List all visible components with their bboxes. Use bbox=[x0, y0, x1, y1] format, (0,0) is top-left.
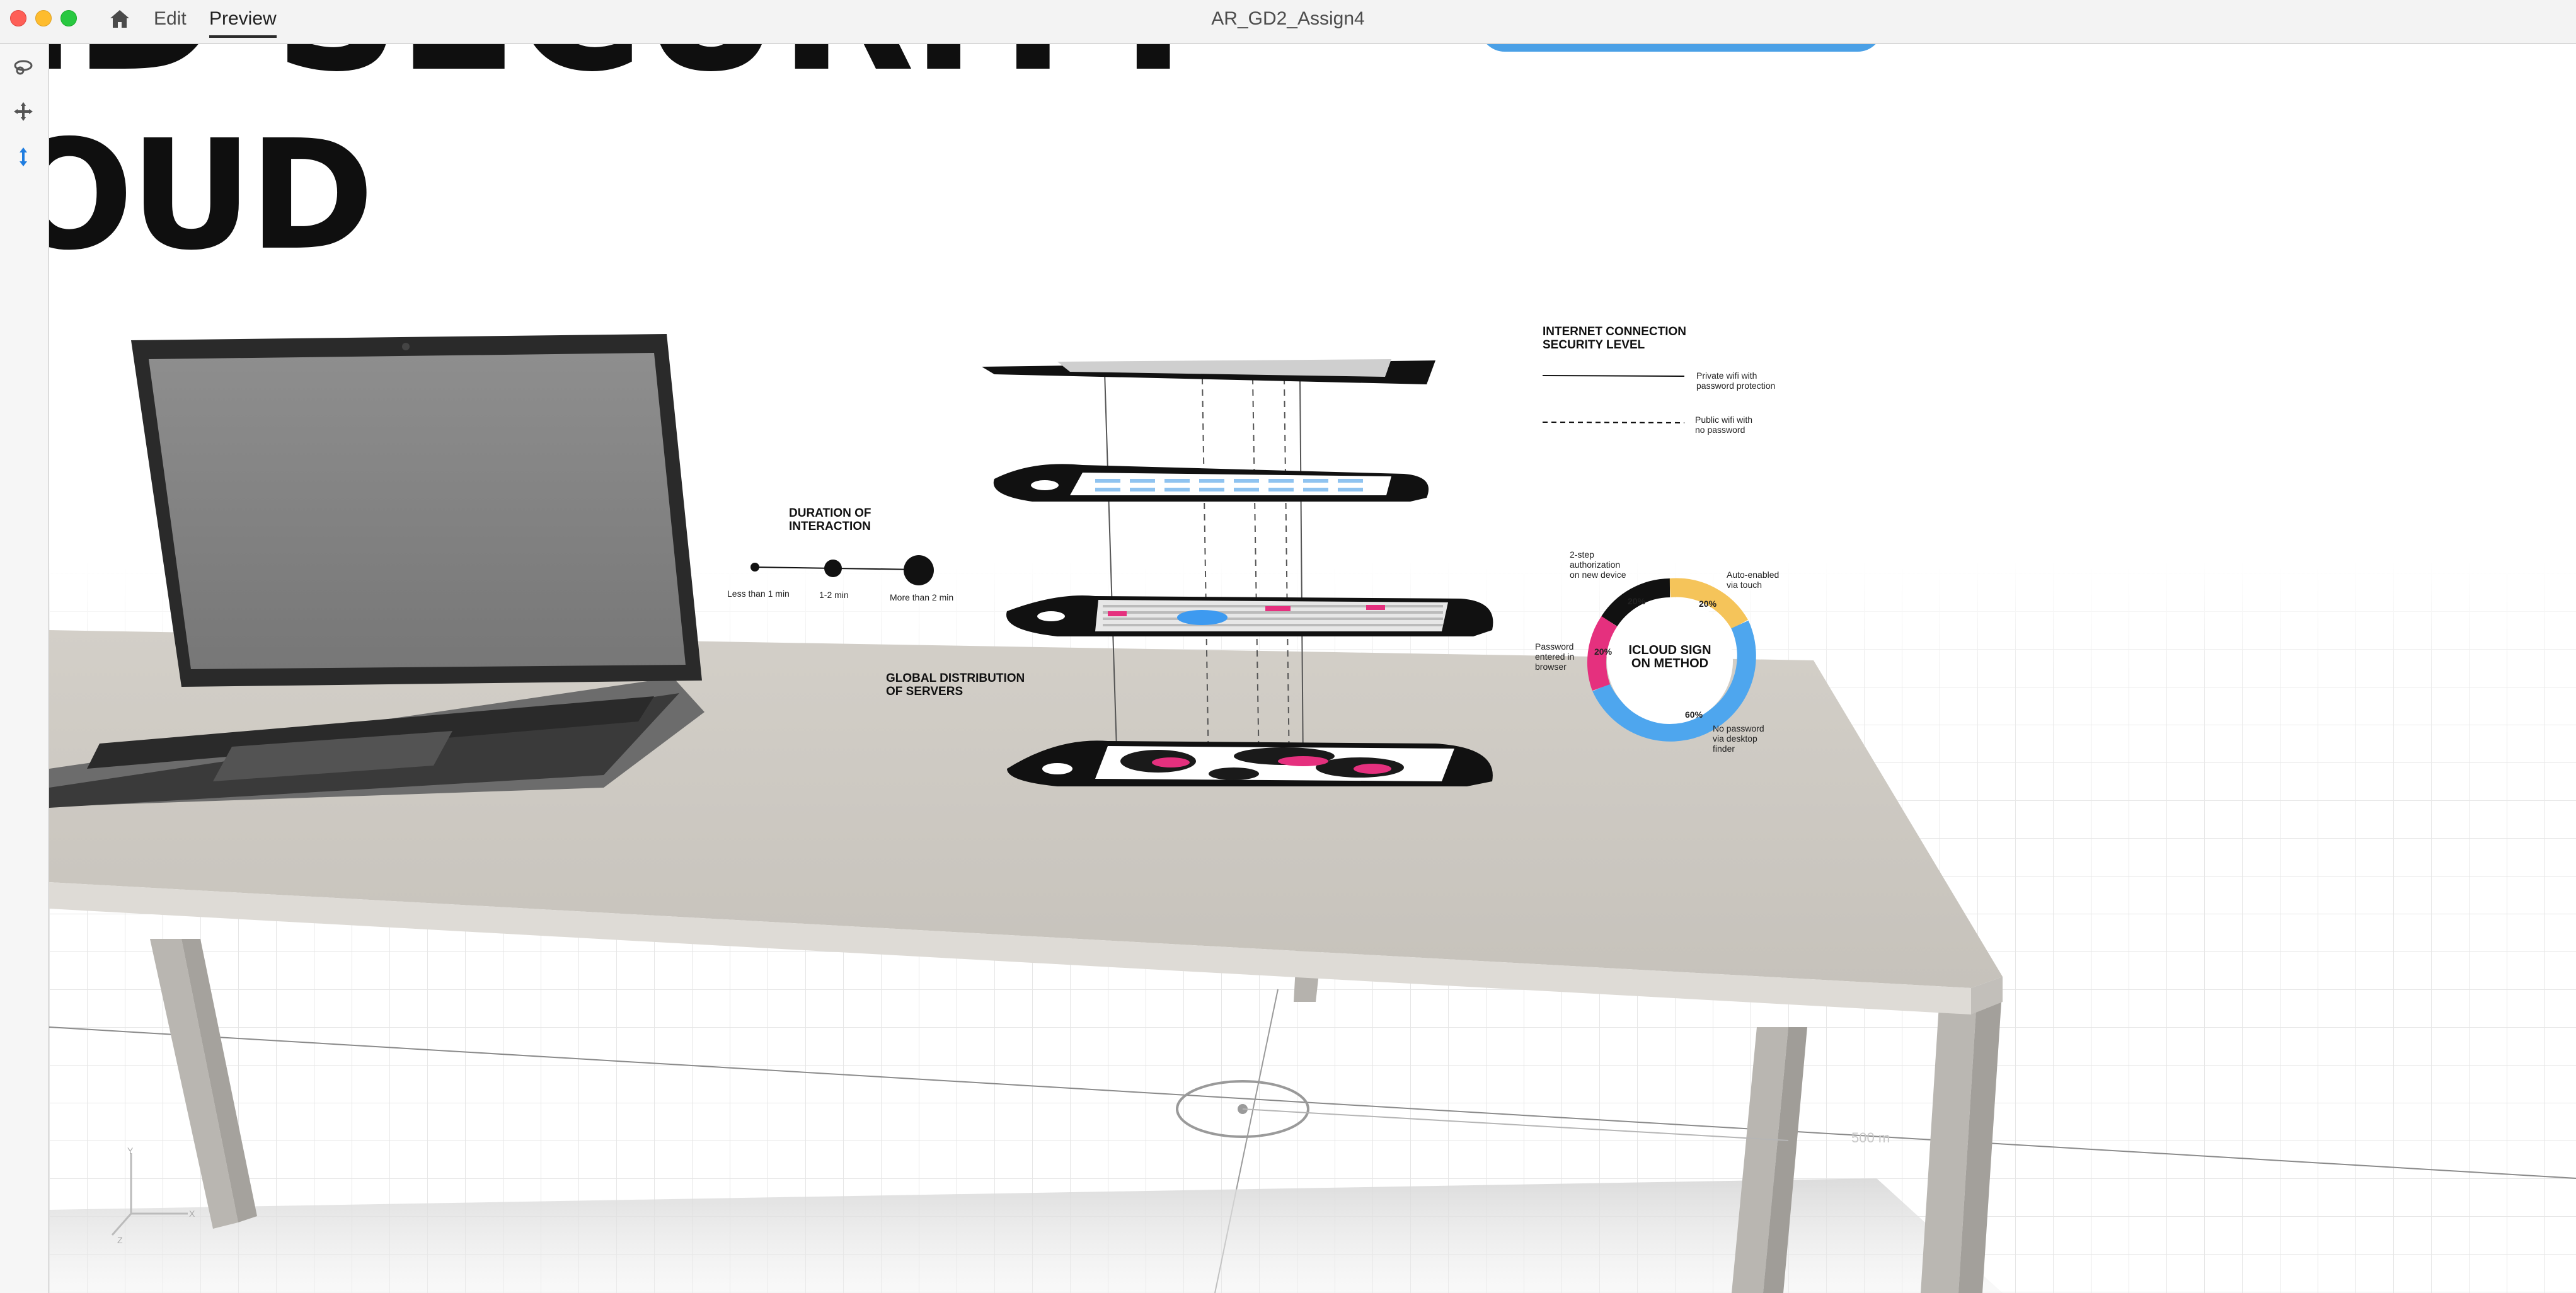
tab-preview[interactable]: Preview bbox=[209, 4, 277, 38]
minimize-window-button[interactable] bbox=[35, 10, 52, 26]
pct-no-password: 60% bbox=[1685, 710, 1703, 720]
internet-private-label: Private wifi with password protection bbox=[1696, 371, 1775, 391]
internet-public-line2: no password bbox=[1695, 425, 1745, 435]
two-step-label: 2-step authorization on new device bbox=[1570, 549, 1626, 580]
servers-title-line2: OF SERVERS bbox=[886, 685, 963, 698]
axis-x-label: X bbox=[189, 1209, 195, 1219]
donut-center-label: ICLOUD SIGN ON METHOD bbox=[1624, 644, 1715, 670]
home-button[interactable] bbox=[106, 5, 134, 33]
no-password-label: No password via desktop finder bbox=[1713, 723, 1764, 754]
donut-center-line1: ICLOUD SIGN bbox=[1628, 643, 1711, 657]
height-tool-button[interactable] bbox=[9, 142, 38, 171]
internet-private-line1: Private wifi with bbox=[1696, 371, 1757, 381]
password-browser-line1: Password bbox=[1535, 641, 1574, 652]
orbit-tool-button[interactable] bbox=[9, 53, 38, 82]
servers-title: GLOBAL DISTRIBUTION OF SERVERS bbox=[886, 672, 1025, 698]
internet-public-label: Public wifi with no password bbox=[1695, 415, 1752, 435]
home-icon bbox=[110, 10, 129, 28]
pan-tool-button[interactable] bbox=[9, 97, 38, 126]
duration-title-line2: INTERACTION bbox=[789, 520, 871, 533]
servers-title-line1: GLOBAL DISTRIBUTION bbox=[886, 672, 1025, 685]
viewer-toolbar bbox=[0, 44, 49, 1293]
pct-two-step: 20% bbox=[1628, 596, 1646, 606]
scale-readout: 500 m bbox=[1851, 1130, 1890, 1146]
pan-icon bbox=[14, 102, 33, 121]
phone-layer-top bbox=[982, 359, 1435, 384]
auto-enabled-label: Auto-enabled via touch bbox=[1727, 570, 1779, 590]
phone-layer-3 bbox=[1006, 595, 1493, 636]
pct-password: 20% bbox=[1594, 646, 1613, 657]
document-title: AR_GD2_Assign4 bbox=[1211, 8, 1365, 29]
ar-preview-viewport[interactable]: ND SECURITY OUD DURATION OF INTERACTION … bbox=[49, 44, 2576, 1293]
no-password-line1: No password bbox=[1713, 723, 1764, 733]
donut-center-line2: ON METHOD bbox=[1631, 657, 1709, 670]
duration-title: DURATION OF INTERACTION bbox=[789, 507, 871, 533]
duration-title-line1: DURATION OF bbox=[789, 507, 871, 520]
tab-edit[interactable]: Edit bbox=[154, 4, 187, 34]
scene-button[interactable] bbox=[1480, 44, 1883, 52]
internet-public-line1: Public wifi with bbox=[1695, 415, 1753, 425]
height-icon bbox=[20, 147, 27, 166]
internet-private-line2: password protection bbox=[1696, 381, 1776, 391]
password-browser-label: Password entered in browser bbox=[1535, 641, 1574, 672]
internet-title-line1: INTERNET CONNECTION bbox=[1543, 325, 1686, 338]
title-bar: Edit Preview AR_GD2_Assign4 bbox=[0, 0, 2576, 44]
close-window-button[interactable] bbox=[10, 10, 26, 26]
internet-title: INTERNET CONNECTION SECURITY LEVEL bbox=[1543, 325, 1686, 352]
password-browser-line3: browser bbox=[1535, 662, 1567, 672]
two-step-line1: 2-step bbox=[1570, 549, 1594, 560]
duration-less: Less than 1 min bbox=[727, 589, 790, 599]
password-browser-line2: entered in bbox=[1535, 652, 1575, 662]
phone-layer-2 bbox=[993, 464, 1429, 502]
orbit-icon bbox=[14, 60, 33, 75]
two-step-line2: authorization bbox=[1570, 560, 1621, 570]
duration-mid: 1-2 min bbox=[819, 590, 849, 600]
pct-auto: 20% bbox=[1699, 599, 1717, 609]
auto-enabled-line2: via touch bbox=[1727, 580, 1762, 590]
scene-background bbox=[49, 334, 2576, 1293]
no-password-line3: finder bbox=[1713, 744, 1735, 754]
phone-layer-map bbox=[1007, 740, 1493, 786]
internet-title-line2: SECURITY LEVEL bbox=[1543, 338, 1645, 352]
zoom-window-button[interactable] bbox=[60, 10, 77, 26]
axis-y-label: Y bbox=[127, 1146, 134, 1156]
no-password-line2: via desktop bbox=[1713, 733, 1757, 744]
auto-enabled-line1: Auto-enabled bbox=[1727, 570, 1780, 580]
axis-z-label: Z bbox=[117, 1235, 123, 1245]
duration-more: More than 2 min bbox=[890, 592, 954, 602]
scene-title-line1: ND SECURITY bbox=[49, 44, 1217, 111]
two-step-line3: on new device bbox=[1570, 570, 1626, 580]
scene-title-line2: OUD bbox=[49, 107, 374, 284]
